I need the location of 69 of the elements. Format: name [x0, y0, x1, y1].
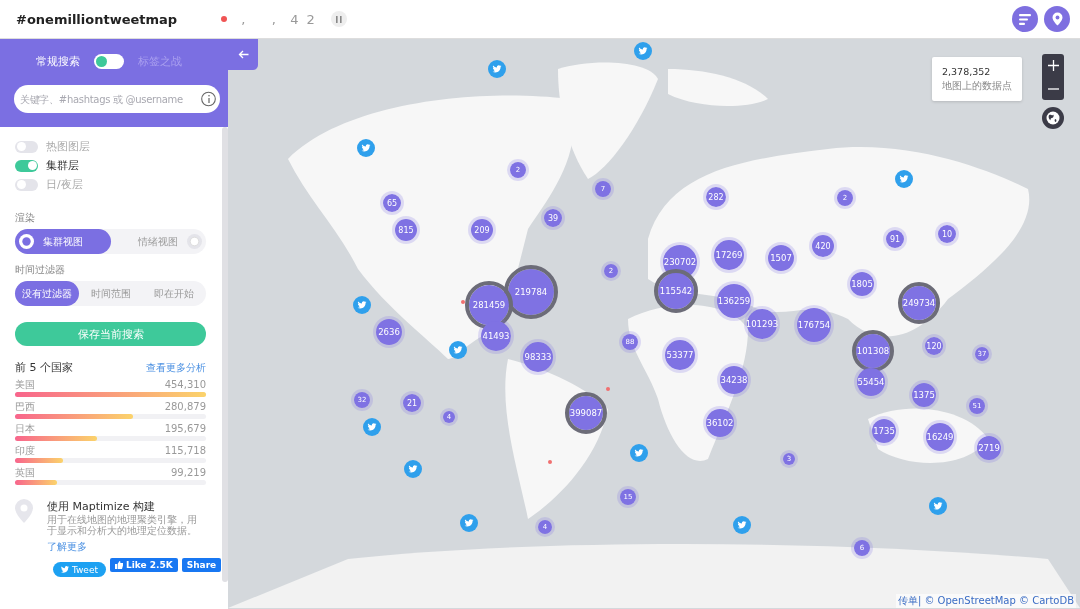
bird-marker-icon[interactable]: [895, 170, 913, 188]
bird-icon: [61, 566, 69, 573]
bird-marker-icon[interactable]: [449, 341, 467, 359]
country-count: 195,679: [164, 423, 206, 435]
globe-icon: [1042, 107, 1064, 129]
app-title: #onemilliontweetmap: [16, 11, 178, 27]
layer-toggle[interactable]: 日/夜层: [15, 175, 206, 194]
bird-marker-icon[interactable]: [929, 497, 947, 515]
scrollbar[interactable]: [222, 127, 228, 582]
bird-marker-icon[interactable]: [630, 444, 648, 462]
plus-icon: [1047, 60, 1059, 71]
map-attribution: 传单| © OpenStreetMap © CartoDB: [895, 594, 1076, 608]
stats-button[interactable]: [1012, 6, 1038, 32]
globe-button[interactable]: [1042, 107, 1064, 129]
live-dot-icon: [221, 16, 228, 22]
learn-more-link[interactable]: 了解更多: [47, 540, 87, 554]
bird-marker-icon[interactable]: [460, 514, 478, 532]
segment-option[interactable]: 情绪视图: [110, 229, 206, 254]
section-label: 渲染: [15, 211, 36, 225]
location-icon: [1051, 12, 1063, 26]
ring-icon: [19, 234, 34, 249]
save-search-button[interactable]: 保存当前搜索: [15, 322, 206, 346]
country-name: 美国: [15, 379, 35, 391]
minus-icon: [1047, 87, 1059, 90]
thumbs-up-icon: [115, 561, 123, 569]
section-title: 前 5 个国家: [15, 360, 73, 375]
bird-marker-icon[interactable]: [357, 139, 375, 157]
mode-toggle[interactable]: [94, 53, 124, 69]
search-bar[interactable]: 关键字、#hashtags 或 @username: [14, 85, 220, 113]
segment-option[interactable]: 即在开始: [142, 281, 206, 306]
pause-icon: [335, 15, 342, 23]
bird-marker-icon[interactable]: [488, 60, 506, 78]
country-name: 英国: [15, 467, 35, 479]
share-button[interactable]: Share: [181, 558, 222, 572]
bird-marker-icon[interactable]: [363, 418, 381, 436]
bird-marker-icon[interactable]: [634, 42, 652, 60]
bird-marker-icon[interactable]: [353, 296, 371, 314]
collapse-button[interactable]: [228, 39, 258, 70]
country-count: 115,718: [164, 445, 206, 457]
bars-icon: [1019, 13, 1031, 25]
bird-marker-icon[interactable]: [733, 516, 751, 534]
country-name: 巴西: [15, 401, 35, 413]
layer-toggle[interactable]: 热图图层: [15, 137, 206, 156]
location-button[interactable]: [1044, 6, 1070, 32]
segment-option[interactable]: 没有过滤器: [15, 281, 79, 306]
data-point-label: 地图上的数据点: [942, 79, 1012, 93]
like-button[interactable]: Like 2.5K: [110, 558, 178, 572]
pause-button[interactable]: [330, 11, 347, 27]
info-icon[interactable]: [201, 91, 216, 107]
country-count: 454,310: [164, 379, 206, 391]
data-point-count: 2,378,352: [942, 66, 992, 77]
map-pin-icon: [15, 499, 33, 523]
search-mode-label[interactable]: 常规搜索: [36, 53, 80, 69]
segment-option[interactable]: 时间范围: [78, 281, 143, 306]
segment-option[interactable]: 集群视图: [15, 229, 111, 254]
layer-toggle[interactable]: 集群层: [15, 156, 206, 175]
promo-description: 用于在线地图的地理聚类引擎，用于显示和分析大的地理定位数据。: [47, 514, 198, 536]
country-name: 印度: [15, 445, 35, 457]
country-count: 99,219: [171, 467, 206, 479]
analysis-link[interactable]: 查看更多分析: [146, 361, 206, 375]
promo-title: 使用 Maptimize 构建: [47, 499, 156, 514]
country-name: 日本: [15, 423, 35, 435]
search-field[interactable]: 关键字、#hashtags 或 @username: [20, 93, 201, 105]
section-label: 时间过滤器: [15, 263, 66, 277]
back-arrow-icon: [237, 50, 249, 59]
bird-marker-icon[interactable]: [404, 460, 422, 478]
live-counter: , , 4 2: [241, 11, 317, 27]
tweet-button[interactable]: Tweet: [53, 562, 106, 577]
country-count: 280,879: [164, 401, 206, 413]
